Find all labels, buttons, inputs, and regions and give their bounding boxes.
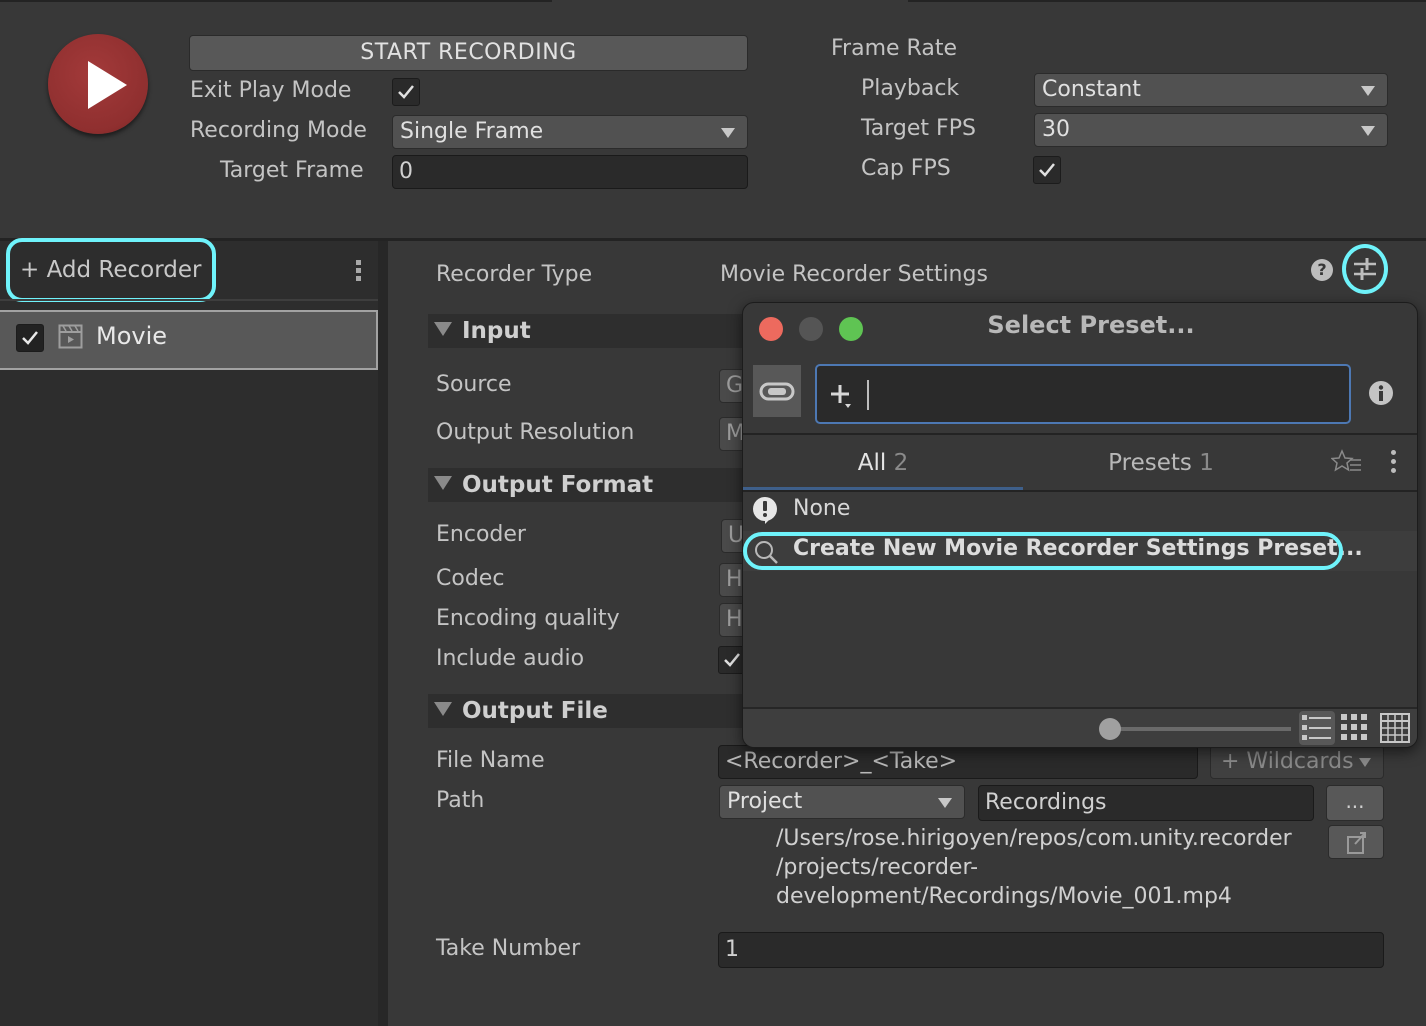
foldout-triangle-icon bbox=[434, 322, 452, 336]
foldout-triangle-icon bbox=[434, 702, 452, 716]
info-icon[interactable] bbox=[1369, 381, 1393, 405]
playback-label: Playback bbox=[861, 76, 960, 101]
section-title: Output Format bbox=[462, 472, 654, 498]
text-cursor bbox=[867, 380, 869, 410]
wildcards-label: + Wildcards bbox=[1221, 749, 1354, 774]
tab-label: All bbox=[857, 450, 887, 476]
external-link-icon bbox=[1347, 832, 1366, 854]
recording-mode-label: Recording Mode bbox=[190, 118, 367, 143]
chevron-down-icon bbox=[938, 798, 952, 808]
include-audio-label: Include audio bbox=[436, 646, 585, 671]
cap-fps-checkbox[interactable] bbox=[1033, 156, 1061, 184]
recorder-list-item[interactable] bbox=[0, 310, 378, 370]
encoder-label: Encoder bbox=[436, 522, 526, 547]
codec-label: Codec bbox=[436, 566, 505, 591]
frame-rate-label: Frame Rate bbox=[831, 36, 957, 61]
more-options-icon[interactable] bbox=[1389, 449, 1397, 475]
take-number-input[interactable]: 1 bbox=[718, 932, 1384, 968]
section-title: Output File bbox=[462, 698, 608, 724]
recorder-enabled-checkbox[interactable] bbox=[16, 324, 44, 352]
table-view-icon[interactable] bbox=[1379, 712, 1411, 744]
file-name-label: File Name bbox=[436, 748, 545, 773]
more-options-icon[interactable] bbox=[350, 260, 366, 284]
playback-dropdown[interactable]: Constant bbox=[1034, 73, 1388, 107]
reveal-in-finder-button[interactable] bbox=[1328, 825, 1384, 859]
tab-presets[interactable]: Presets 1 bbox=[1023, 435, 1299, 491]
toggle-search-mode-button[interactable] bbox=[753, 365, 801, 417]
source-label: Source bbox=[436, 372, 512, 397]
path-folder-input[interactable]: Recordings bbox=[978, 785, 1314, 821]
checkmark-icon bbox=[22, 331, 38, 345]
tab-count: 1 bbox=[1199, 450, 1214, 476]
divider bbox=[0, 299, 378, 301]
play-icon bbox=[88, 61, 127, 109]
add-recorder-button[interactable]: + Add Recorder bbox=[6, 238, 216, 302]
item-label: None bbox=[793, 496, 851, 521]
recording-mode-dropdown[interactable]: Single Frame bbox=[392, 115, 748, 149]
chevron-down-icon bbox=[1361, 86, 1375, 96]
browse-button[interactable]: ... bbox=[1326, 785, 1384, 821]
highlight-ring bbox=[743, 532, 1343, 570]
zoom-slider[interactable] bbox=[1113, 727, 1291, 731]
output-format-section-header[interactable]: Output Format bbox=[428, 468, 748, 502]
take-number-label: Take Number bbox=[436, 936, 581, 961]
recorder-type-value: Movie Recorder Settings bbox=[720, 262, 988, 287]
foldout-triangle-icon bbox=[434, 476, 452, 490]
checkmark-icon bbox=[1039, 163, 1055, 177]
recorder-type-label: Recorder Type bbox=[436, 262, 593, 287]
cap-fps-label: Cap FPS bbox=[861, 156, 951, 181]
exit-play-mode-label: Exit Play Mode bbox=[190, 78, 352, 103]
zoom-slider-handle[interactable] bbox=[1099, 718, 1121, 740]
output-file-section-header[interactable]: Output File bbox=[428, 694, 748, 728]
recorder-name: Movie bbox=[96, 322, 168, 350]
file-name-input[interactable]: <Recorder>_<Take> bbox=[718, 745, 1198, 779]
checkmark-icon bbox=[398, 85, 414, 99]
target-fps-value: 30 bbox=[1042, 117, 1070, 142]
select-preset-window: Select Preset... All 2 Presets 1 None Cr… bbox=[742, 302, 1418, 748]
output-resolution-label: Output Resolution bbox=[436, 420, 635, 445]
target-frame-input[interactable]: 0 bbox=[392, 155, 748, 189]
checkmark-icon bbox=[724, 653, 740, 667]
help-icon[interactable]: ? bbox=[1311, 259, 1333, 281]
section-title: Input bbox=[462, 318, 531, 344]
list-view-button[interactable] bbox=[1299, 711, 1335, 745]
favorites-icon[interactable] bbox=[1331, 449, 1363, 475]
preset-list-item[interactable]: None bbox=[743, 491, 1417, 531]
window-edge bbox=[0, 0, 552, 2]
chevron-down-icon bbox=[1359, 758, 1371, 767]
path-root-dropdown[interactable]: Project bbox=[719, 785, 965, 819]
tab-label: Presets bbox=[1108, 450, 1192, 476]
chevron-down-icon bbox=[721, 128, 735, 138]
movie-clapper-icon bbox=[58, 324, 83, 349]
path-label: Path bbox=[436, 788, 485, 813]
toggle-icon bbox=[759, 382, 795, 401]
chevron-down-icon bbox=[1361, 126, 1375, 136]
sliders-icon bbox=[1354, 258, 1376, 280]
input-section-header[interactable]: Input bbox=[428, 314, 748, 348]
full-output-path: /Users/rose.hirigoyen/repos/com.unity.re… bbox=[776, 826, 1292, 909]
encoding-quality-label: Encoding quality bbox=[436, 606, 620, 631]
tab-all[interactable]: All 2 bbox=[743, 435, 1023, 491]
grid-view-icon[interactable] bbox=[1339, 712, 1371, 744]
wildcards-dropdown[interactable]: + Wildcards bbox=[1210, 745, 1384, 779]
record-button[interactable] bbox=[48, 34, 148, 134]
popup-title: Select Preset... bbox=[987, 311, 1195, 339]
path-root-value: Project bbox=[727, 789, 803, 814]
target-frame-label: Target Frame bbox=[220, 158, 364, 183]
tab-count: 2 bbox=[893, 450, 909, 476]
recording-mode-value: Single Frame bbox=[400, 119, 544, 144]
start-recording-button[interactable]: START RECORDING bbox=[189, 35, 748, 71]
window-edge bbox=[908, 0, 1426, 2]
preset-selector-button[interactable] bbox=[1342, 244, 1388, 294]
warning-icon bbox=[753, 497, 777, 524]
playback-value: Constant bbox=[1042, 77, 1141, 102]
target-fps-label: Target FPS bbox=[861, 116, 976, 141]
exit-play-mode-checkbox[interactable] bbox=[392, 78, 420, 106]
preset-search-input[interactable] bbox=[815, 364, 1351, 424]
target-fps-dropdown[interactable]: 30 bbox=[1034, 113, 1388, 147]
panel-splitter[interactable] bbox=[378, 241, 388, 1026]
list-view-icon bbox=[1302, 715, 1331, 740]
add-filter-icon bbox=[831, 385, 851, 408]
